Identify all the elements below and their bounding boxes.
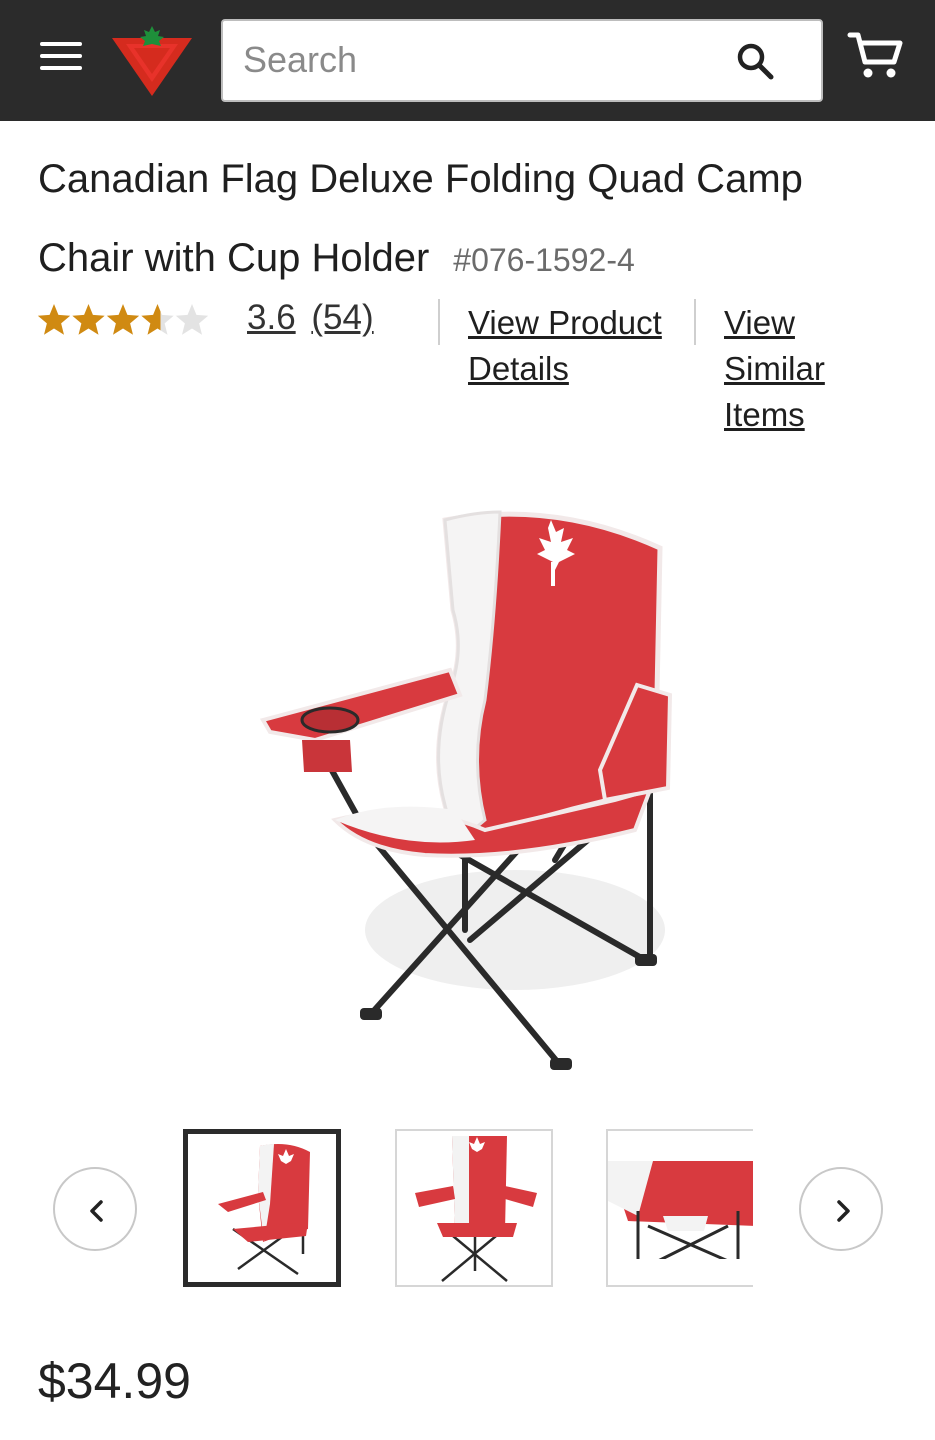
cart-icon[interactable] <box>846 30 904 82</box>
review-count-link[interactable]: (54) <box>311 298 373 337</box>
carousel-next-button[interactable] <box>799 1167 883 1251</box>
thumbnail-chair-front-image <box>415 1136 537 1282</box>
canadian-tire-logo[interactable] <box>108 22 196 100</box>
product-title-text: Canadian Flag Deluxe Folding Quad Camp C… <box>38 157 803 280</box>
star-icon <box>175 304 209 335</box>
rating-summary: 3.6 (54) <box>247 298 374 338</box>
divider <box>694 299 696 345</box>
star-icon <box>37 304 71 335</box>
search-box <box>221 19 823 102</box>
product-sku: #076-1592-4 <box>453 242 635 278</box>
thumbnail-chair-image <box>218 1144 310 1276</box>
view-product-details-link[interactable]: View Product Details <box>468 300 668 392</box>
thumbnail-2[interactable] <box>395 1129 553 1287</box>
star-icon <box>72 304 105 335</box>
divider <box>438 299 440 345</box>
carousel-prev-button[interactable] <box>53 1167 137 1251</box>
search-icon[interactable] <box>735 41 775 81</box>
product-title: Canadian Flag Deluxe Folding Quad Camp C… <box>38 140 908 300</box>
star-icon <box>141 304 174 335</box>
product-price: $34.99 <box>38 1353 191 1409</box>
thumbnail-1[interactable] <box>183 1129 341 1287</box>
rating-value-link[interactable]: 3.6 <box>247 298 296 337</box>
view-similar-items-link[interactable]: View Similar Items <box>724 300 829 438</box>
chevron-left-icon <box>90 1200 103 1222</box>
star-rating <box>37 304 209 335</box>
hamburger-menu-icon[interactable] <box>30 32 90 82</box>
top-bar <box>0 0 935 121</box>
chevron-right-icon <box>837 1200 850 1222</box>
thumbnail-seat-closeup-image <box>608 1161 753 1285</box>
search-input[interactable] <box>243 29 723 91</box>
thumbnail-3[interactable] <box>606 1129 753 1287</box>
star-icon <box>106 304 140 335</box>
product-image-chair[interactable] <box>255 500 685 1080</box>
